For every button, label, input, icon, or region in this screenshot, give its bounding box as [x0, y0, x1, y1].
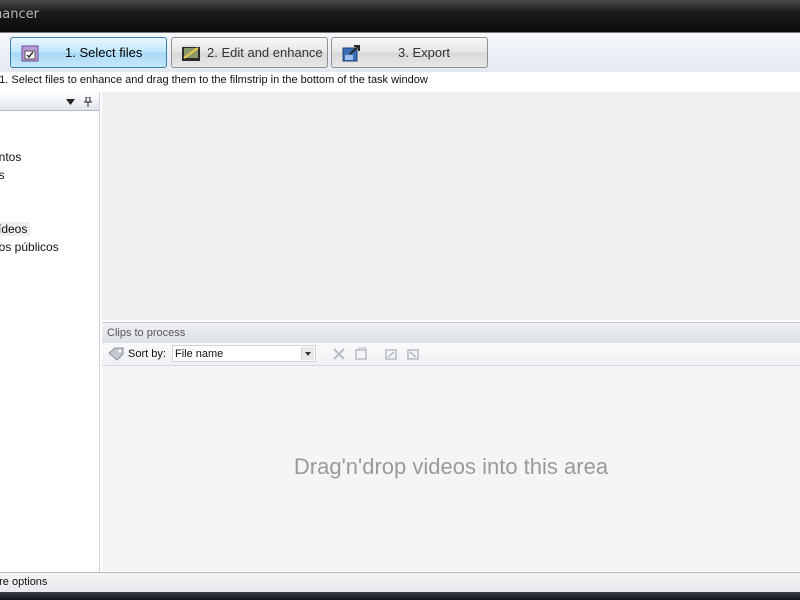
more-options-link[interactable]: ore options: [0, 576, 47, 588]
tree-item[interactable]: entos: [0, 150, 21, 164]
tag-icon: [108, 347, 124, 361]
title-bar: hancer: [0, 0, 800, 32]
move-down-icon[interactable]: [406, 347, 420, 361]
step-select-files-label: 1. Select files: [65, 45, 143, 60]
step-toolbar: 1. Select files 2. Edit and enhance 3. E…: [0, 32, 800, 73]
sort-label: Sort by:: [128, 348, 166, 360]
pin-icon[interactable]: [84, 97, 92, 107]
step-select-files-button[interactable]: 1. Select files: [10, 37, 167, 68]
status-bar: ore options: [0, 572, 800, 593]
remove-icon[interactable]: [332, 347, 346, 361]
select-files-icon: [21, 45, 39, 62]
window-bottom-edge: [0, 592, 800, 600]
dropdown-arrow-icon[interactable]: [66, 99, 75, 105]
window-title: hancer: [0, 7, 39, 22]
chevron-down-icon[interactable]: [301, 347, 314, 360]
step-hint: p 1. Select files to enhance and drag th…: [0, 72, 800, 92]
clips-header: Clips to process: [102, 322, 800, 344]
tree-item[interactable]: eos públicos: [0, 240, 59, 254]
move-up-icon[interactable]: [384, 347, 398, 361]
step-export-button[interactable]: 3. Export: [331, 37, 488, 68]
step-edit-enhance-label: 2. Edit and enhance: [207, 45, 323, 60]
clear-icon[interactable]: [354, 347, 368, 361]
clips-drop-area[interactable]: Drag'n'drop videos into this area: [102, 366, 800, 571]
folder-panel-header: [0, 94, 99, 111]
export-icon: [342, 45, 360, 62]
folder-panel: entos es vídeos eos públicos: [0, 92, 100, 572]
clips-title: Clips to process: [107, 327, 186, 339]
tree-item[interactable]: es: [0, 168, 5, 182]
edit-enhance-icon: [182, 45, 200, 61]
sort-select[interactable]: File name: [172, 345, 316, 362]
step-edit-enhance-button[interactable]: 2. Edit and enhance: [171, 37, 328, 68]
sort-select-value: File name: [175, 348, 224, 360]
clips-toolbar: Sort by: File name: [102, 343, 800, 366]
file-browser-area[interactable]: [102, 92, 800, 320]
drop-message: Drag'n'drop videos into this area: [293, 454, 609, 479]
step-export-label: 3. Export: [398, 45, 451, 60]
tree-item-selected[interactable]: vídeos: [0, 222, 31, 236]
